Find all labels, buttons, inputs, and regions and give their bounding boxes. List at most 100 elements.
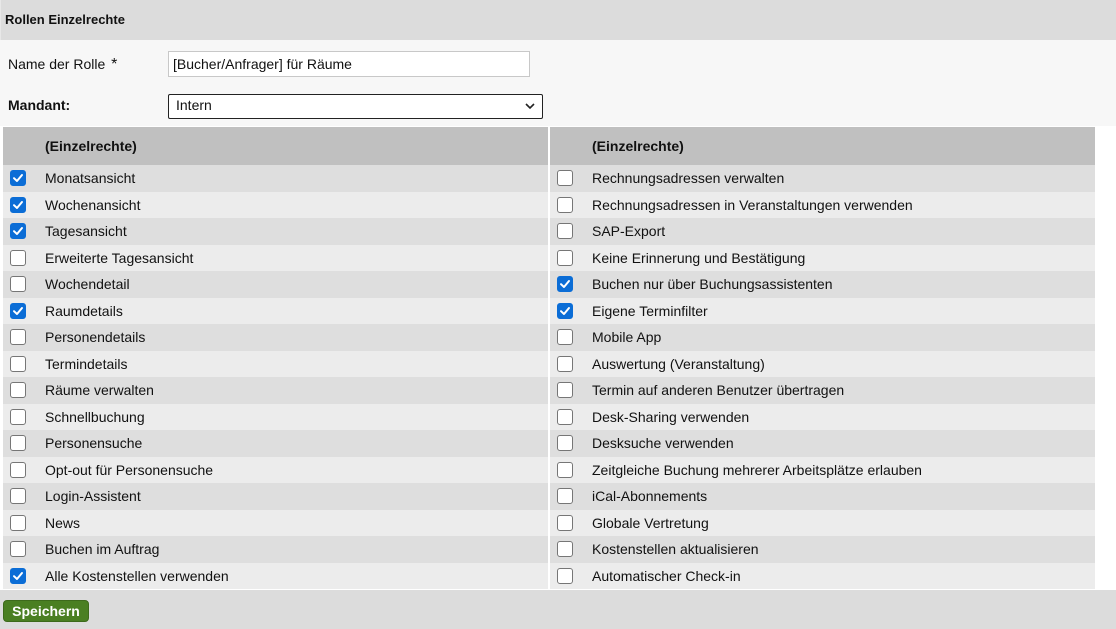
rights-label: Keine Erinnerung und Bestätigung — [592, 249, 806, 266]
rights-checkbox[interactable] — [557, 302, 573, 319]
rights-label: Räume verwalten — [45, 382, 154, 399]
check-icon — [560, 306, 570, 315]
rights-label: Tagesansicht — [45, 223, 127, 240]
rights-label: Monatsansicht — [45, 170, 136, 187]
rights-checkbox[interactable] — [10, 302, 26, 319]
rights-row: Personensuche — [3, 430, 548, 457]
rights-checkbox[interactable] — [557, 223, 573, 240]
rights-row: Keine Erinnerung und Bestätigung — [550, 244, 1095, 271]
rights-checkbox[interactable] — [10, 435, 26, 452]
rights-row: Räume verwalten — [3, 377, 548, 404]
rights-checkbox[interactable] — [10, 408, 26, 425]
rights-checkbox[interactable] — [557, 329, 573, 346]
rights-label: Desk-Sharing verwenden — [592, 408, 750, 425]
rights-label: Rechnungsadressen in Veranstaltungen ver… — [592, 196, 913, 213]
rights-label: Mobile App — [592, 329, 662, 346]
role-name-input[interactable] — [168, 51, 530, 77]
rights-row: Login-Assistent — [3, 483, 548, 510]
rights-label: Wochenansicht — [45, 196, 141, 213]
rights-label: Login-Assistent — [45, 488, 141, 505]
page-title: Rollen Einzelrechte — [0, 0, 1116, 40]
rights-label: Opt-out für Personensuche — [45, 461, 214, 478]
role-form: Name der Rolle * Mandant: Intern — [0, 40, 1116, 126]
rights-checkbox[interactable] — [557, 170, 573, 187]
column-header: (Einzelrechte) — [550, 127, 1095, 165]
rights-label: News — [45, 514, 81, 531]
rights-label: iCal-Abonnements — [592, 488, 708, 505]
check-icon — [13, 200, 23, 209]
rights-checkbox[interactable] — [557, 382, 573, 399]
role-name-label: Name der Rolle * — [8, 56, 117, 74]
rights-row: Automatischer Check-in — [550, 562, 1095, 589]
rights-label: Termindetails — [45, 355, 128, 372]
rights-checkbox[interactable] — [10, 541, 26, 558]
rights-checkbox[interactable] — [10, 223, 26, 240]
rights-row: Rechnungsadressen in Veranstaltungen ver… — [550, 191, 1095, 218]
rights-label: Raumdetails — [45, 302, 123, 319]
rights-checkbox[interactable] — [10, 382, 26, 399]
rights-row: iCal-Abonnements — [550, 483, 1095, 510]
rights-row: Wochenansicht — [3, 191, 548, 218]
mandant-selected-value: Intern — [176, 97, 212, 113]
rights-checkbox[interactable] — [10, 276, 26, 293]
rights-row: Erweiterte Tagesansicht — [3, 244, 548, 271]
rights-list-left: Monatsansicht Wochenansicht Tagesansicht Er… — [3, 165, 548, 589]
rights-checkbox[interactable] — [10, 488, 26, 505]
rights-row: Termin auf anderen Benutzer übertragen — [550, 377, 1095, 404]
check-icon — [13, 306, 23, 315]
rights-checkbox[interactable] — [557, 355, 573, 372]
rights-checkbox[interactable] — [557, 461, 573, 478]
rights-label: Zeitgleiche Buchung mehrerer Arbeitsplät… — [592, 461, 922, 478]
rights-column-right: (Einzelrechte) Rechnungsadressen verwalt… — [550, 127, 1095, 589]
rights-checkbox[interactable] — [10, 329, 26, 346]
rights-checkbox[interactable] — [557, 249, 573, 266]
rights-label: Kostenstellen aktualisieren — [592, 541, 759, 558]
rights-row: Wochendetail — [3, 271, 548, 298]
rights-checkbox[interactable] — [10, 461, 26, 478]
rights-checkbox[interactable] — [557, 567, 573, 584]
rights-checkbox[interactable] — [10, 355, 26, 372]
rights-row: News — [3, 509, 548, 536]
rights-checkbox[interactable] — [10, 567, 26, 584]
rights-row: Auswertung (Veranstaltung) — [550, 350, 1095, 377]
rights-checkbox[interactable] — [10, 170, 26, 187]
check-icon — [13, 571, 23, 580]
rights-checkbox[interactable] — [10, 514, 26, 531]
rights-checkbox[interactable] — [557, 541, 573, 558]
rights-row: Rechnungsadressen verwalten — [550, 165, 1095, 192]
rights-checkbox[interactable] — [557, 435, 573, 452]
rights-row: Desksuche verwenden — [550, 430, 1095, 457]
rights-label: Alle Kostenstellen verwenden — [45, 567, 229, 584]
rights-checkbox[interactable] — [557, 488, 573, 505]
save-button[interactable]: Speichern — [3, 600, 89, 622]
rights-row: Opt-out für Personensuche — [3, 456, 548, 483]
rights-row: Mobile App — [550, 324, 1095, 351]
rights-checkbox[interactable] — [557, 196, 573, 213]
rights-row: Tagesansicht — [3, 218, 548, 245]
rights-row: Desk-Sharing verwenden — [550, 403, 1095, 430]
rights-row: Monatsansicht — [3, 165, 548, 192]
rights-label: SAP-Export — [592, 223, 666, 240]
role-name-label-text: Name der Rolle — [8, 56, 106, 72]
rights-checkbox[interactable] — [10, 249, 26, 266]
rights-label: Globale Vertretung — [592, 514, 709, 531]
rights-row: Zeitgleiche Buchung mehrerer Arbeitsplät… — [550, 456, 1095, 483]
rights-checkbox[interactable] — [557, 276, 573, 293]
mandant-select[interactable]: Intern — [168, 94, 543, 119]
rights-row: Buchen nur über Buchungsassistenten — [550, 271, 1095, 298]
required-mark: * — [111, 56, 118, 73]
chevron-down-icon — [524, 97, 536, 115]
rights-label: Erweiterte Tagesansicht — [45, 249, 194, 266]
rights-checkbox[interactable] — [557, 514, 573, 531]
rights-row: Buchen im Auftrag — [3, 536, 548, 563]
rights-checkbox[interactable] — [10, 196, 26, 213]
rights-row: Kostenstellen aktualisieren — [550, 536, 1095, 563]
check-icon — [560, 280, 570, 289]
rights-checkbox[interactable] — [557, 408, 573, 425]
column-header: (Einzelrechte) — [3, 127, 548, 165]
footer-bar: Speichern — [0, 590, 1116, 629]
rights-label: Buchen im Auftrag — [45, 541, 160, 558]
rights-row: Raumdetails — [3, 297, 548, 324]
check-icon — [13, 174, 23, 183]
rights-row: Personendetails — [3, 324, 548, 351]
